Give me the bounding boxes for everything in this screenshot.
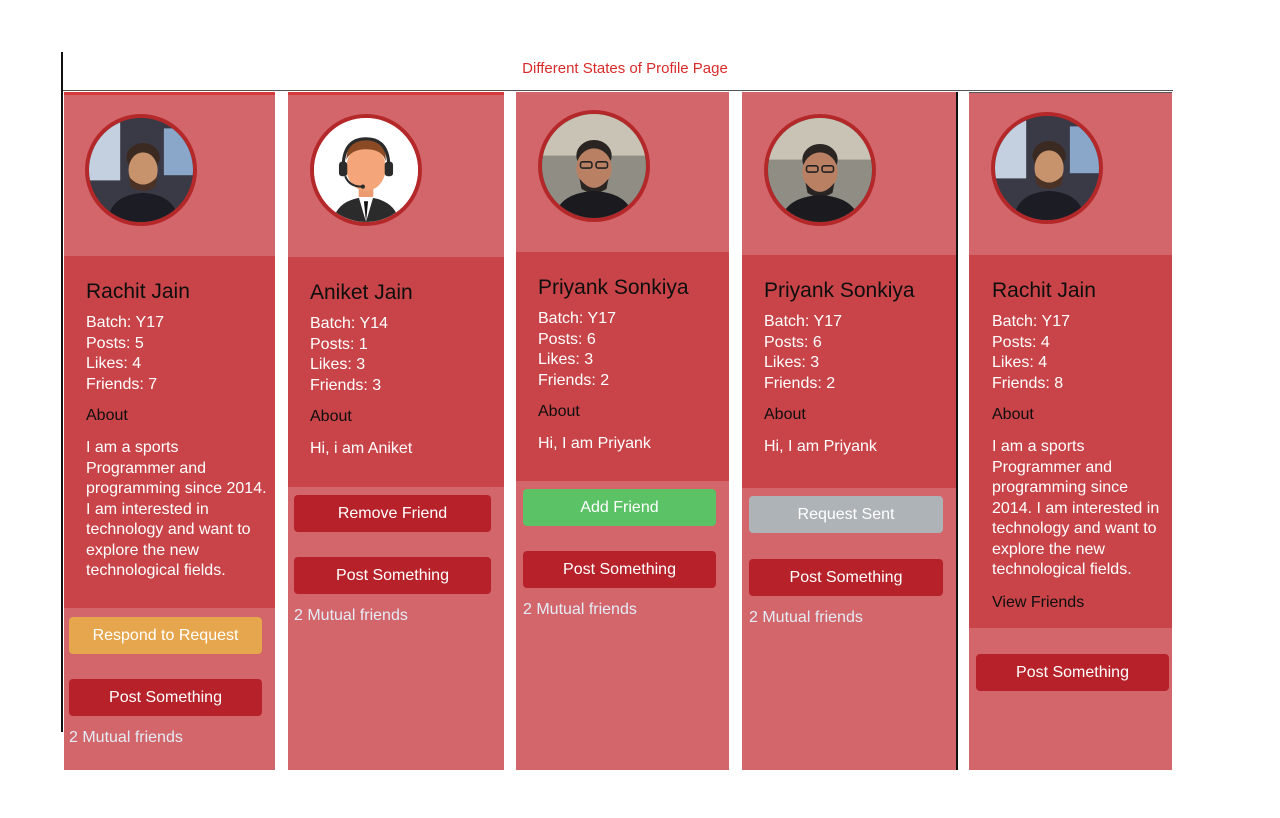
post-something-button[interactable]: Post Something bbox=[69, 679, 262, 716]
request-sent-button[interactable]: Request Sent bbox=[749, 496, 943, 533]
profile-batch: Batch: Y17 bbox=[538, 310, 616, 327]
profile-avatar[interactable] bbox=[310, 114, 422, 226]
profile-likes: Likes: 3 bbox=[538, 351, 594, 368]
profile-bio: I am a sports Programmer and programming… bbox=[992, 438, 1160, 578]
profile-name: Priyank Sonkiya bbox=[538, 276, 689, 299]
profile-friends: Friends: 8 bbox=[992, 374, 1064, 392]
profile-friends: Friends: 3 bbox=[310, 376, 382, 394]
profile-batch: Batch: Y14 bbox=[310, 315, 388, 332]
profile-name: Rachit Jain bbox=[86, 280, 190, 303]
profile-batch: Batch: Y17 bbox=[992, 313, 1070, 330]
card-top-bar bbox=[64, 92, 275, 95]
page-title: Different States of Profile Page bbox=[522, 60, 728, 77]
profile-card-3: Priyank Sonkiya Batch: Y17 Posts: 6 Like… bbox=[516, 92, 729, 770]
profile-batch: Batch: Y17 bbox=[86, 314, 164, 331]
profile-bio: I am a sports Programmer and programming… bbox=[86, 439, 267, 579]
mutual-friends-link[interactable]: 2 Mutual friends bbox=[69, 729, 183, 747]
profile-likes: Likes: 4 bbox=[992, 354, 1048, 371]
card-top-bar bbox=[288, 92, 504, 95]
headset-avatar-icon bbox=[314, 118, 418, 222]
post-something-button[interactable]: Post Something bbox=[294, 557, 491, 594]
profile-info: Priyank Sonkiya Batch: Y17 Posts: 6 Like… bbox=[742, 255, 956, 488]
photo-avatar-icon bbox=[89, 118, 193, 222]
profile-friends: Friends: 2 bbox=[764, 374, 836, 392]
profile-name: Aniket Jain bbox=[310, 281, 413, 304]
profile-avatar[interactable] bbox=[764, 114, 876, 226]
profile-avatar[interactable] bbox=[991, 112, 1103, 224]
about-heading: About bbox=[538, 403, 580, 420]
profile-likes: Likes: 3 bbox=[764, 354, 820, 371]
add-friend-button[interactable]: Add Friend bbox=[523, 489, 716, 526]
profile-card-2: Aniket Jain Batch: Y14 Posts: 1 Likes: 3… bbox=[288, 92, 504, 770]
photo-avatar-icon bbox=[542, 114, 646, 218]
profile-likes: Likes: 3 bbox=[310, 356, 366, 373]
post-something-button[interactable]: Post Something bbox=[523, 551, 716, 588]
post-something-button[interactable]: Post Something bbox=[976, 654, 1169, 691]
profile-info: Aniket Jain Batch: Y14 Posts: 1 Likes: 3… bbox=[288, 257, 504, 487]
profile-avatar[interactable] bbox=[538, 110, 650, 222]
profile-name: Priyank Sonkiya bbox=[764, 279, 915, 302]
about-heading: About bbox=[86, 407, 128, 424]
mutual-friends-link[interactable]: 2 Mutual friends bbox=[523, 601, 637, 619]
profile-card-5: Rachit Jain Batch: Y17 Posts: 4 Likes: 4… bbox=[969, 92, 1172, 770]
profile-bio: Hi, I am Priyank bbox=[764, 438, 877, 455]
profile-posts: Posts: 1 bbox=[310, 335, 368, 353]
profile-bio: Hi, I am Priyank bbox=[538, 435, 651, 452]
profile-card-1: Rachit Jain Batch: Y17 Posts: 5 Likes: 4… bbox=[64, 92, 275, 770]
profile-friends: Friends: 7 bbox=[86, 375, 158, 393]
profile-friends: Friends: 2 bbox=[538, 371, 610, 389]
about-heading: About bbox=[310, 408, 352, 425]
post-something-button[interactable]: Post Something bbox=[749, 559, 943, 596]
profile-info: Rachit Jain Batch: Y17 Posts: 4 Likes: 4… bbox=[969, 255, 1172, 628]
profile-posts: Posts: 5 bbox=[86, 334, 144, 352]
profile-info: Priyank Sonkiya Batch: Y17 Posts: 6 Like… bbox=[516, 252, 729, 481]
mutual-friends-link[interactable]: 2 Mutual friends bbox=[749, 609, 863, 627]
profile-posts: Posts: 6 bbox=[538, 330, 596, 348]
frame-line-left bbox=[61, 52, 63, 732]
profile-likes: Likes: 4 bbox=[86, 355, 142, 372]
view-friends-link[interactable]: View Friends bbox=[992, 594, 1172, 612]
about-heading: About bbox=[992, 406, 1034, 423]
frame-line-right bbox=[956, 92, 958, 770]
profile-batch: Batch: Y17 bbox=[764, 313, 842, 330]
frame-line-top bbox=[63, 90, 1173, 91]
profile-bio: Hi, i am Aniket bbox=[310, 440, 413, 457]
profile-info: Rachit Jain Batch: Y17 Posts: 5 Likes: 4… bbox=[64, 256, 275, 608]
photo-avatar-icon bbox=[768, 118, 872, 222]
photo-avatar-icon bbox=[995, 116, 1099, 220]
about-heading: About bbox=[764, 406, 806, 423]
profile-card-4: Priyank Sonkiya Batch: Y17 Posts: 6 Like… bbox=[742, 92, 956, 770]
profile-posts: Posts: 4 bbox=[992, 333, 1050, 351]
card-top-bar bbox=[969, 92, 1172, 93]
remove-friend-button[interactable]: Remove Friend bbox=[294, 495, 491, 532]
profile-name: Rachit Jain bbox=[992, 279, 1096, 302]
profile-posts: Posts: 6 bbox=[764, 333, 822, 351]
respond-to-request-button[interactable]: Respond to Request bbox=[69, 617, 262, 654]
mutual-friends-link[interactable]: 2 Mutual friends bbox=[294, 607, 408, 625]
profile-avatar[interactable] bbox=[85, 114, 197, 226]
